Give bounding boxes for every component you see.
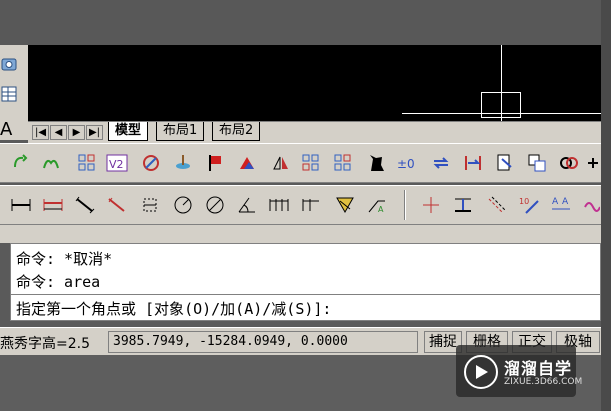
dim-diag-icon[interactable] (74, 194, 96, 216)
toolbar-separator (404, 190, 406, 220)
svg-text:A: A (552, 197, 559, 207)
layout-tab-bar: |◀ ◀ ▶ ▶| 模型 布局1 布局2 (28, 121, 601, 143)
command-prompt[interactable]: 指定第一个角点或 [对象(O)/加(A)/减(S)]: (16, 298, 331, 319)
text-scale-icon[interactable]: AA (550, 194, 572, 216)
dim-aligned-icon[interactable] (42, 194, 64, 216)
watermark-logo-icon (464, 355, 498, 389)
rotate-icon[interactable] (10, 152, 32, 174)
crosshair-pickbox (481, 92, 521, 118)
ten-label: 10 (519, 197, 529, 206)
v2-icon[interactable]: V2 (106, 152, 128, 174)
watermark: 溜溜自学 ZIXUE.3D66.COM (456, 345, 582, 397)
watermark-url: ZIXUE.3D66.COM (504, 377, 583, 387)
modify-toolbar: V2 ±0 (0, 143, 601, 183)
center-mark-icon[interactable] (420, 194, 442, 216)
tab-layout1[interactable]: 布局1 (156, 122, 205, 141)
dim-continue-icon[interactable] (300, 194, 322, 216)
oblique-icon[interactable] (486, 194, 508, 216)
command-divider (11, 294, 600, 295)
svg-text:A: A (562, 197, 569, 207)
grid-icon[interactable] (332, 152, 354, 174)
mirror-arc-icon[interactable] (40, 152, 62, 174)
right-edge (601, 0, 611, 411)
svg-text:A: A (378, 205, 384, 214)
wave-icon[interactable] (584, 194, 600, 216)
highlight-icon[interactable] (236, 152, 258, 174)
font-height-readout: 燕秀字高=2.5 (0, 336, 90, 352)
flag-icon[interactable] (204, 152, 226, 174)
zero-label: ±0 (397, 157, 415, 171)
toolbar-dock-gap (0, 225, 601, 243)
mirror-icon[interactable] (270, 152, 292, 174)
v2-label: V2 (109, 158, 124, 171)
swap-icon[interactable] (430, 152, 452, 174)
left-tool-strip: A (0, 45, 29, 140)
camera-icon[interactable] (0, 55, 18, 73)
dim-radius-icon[interactable] (172, 194, 194, 216)
page-icon[interactable] (494, 152, 516, 174)
dim-diameter-icon[interactable] (204, 194, 226, 216)
command-window[interactable]: 命令: *取消* 命令: area 指定第一个角点或 [对象(O)/加(A)/减… (10, 243, 601, 321)
layer-icon[interactable] (172, 152, 194, 174)
command-history-line: 命令: *取消* (16, 250, 113, 268)
screenshot-frame: A |◀ ◀ ▶ ▶| 模型 布局1 布局2 V2 ±0 A 10 A A 命令… (0, 0, 611, 411)
paint-icon[interactable] (140, 152, 162, 174)
coordinate-readout[interactable]: 3985.7949, -15284.0949, 0.0000 (108, 331, 418, 353)
watermark-name: 溜溜自学 (504, 359, 573, 378)
table-icon[interactable] (0, 85, 18, 103)
dim-angle-icon[interactable] (236, 194, 258, 216)
dim-rotated-icon[interactable] (106, 194, 128, 216)
text-number-icon[interactable]: 10 (518, 194, 540, 216)
top-background (0, 0, 611, 45)
copy-icon[interactable] (526, 152, 548, 174)
tab-nav-prev-button[interactable]: ◀ (50, 125, 67, 140)
tab-nav-next-button[interactable]: ▶ (68, 125, 85, 140)
tolerance-icon[interactable] (452, 194, 474, 216)
cat-icon[interactable] (366, 152, 388, 174)
dim-linear-icon[interactable] (10, 194, 32, 216)
more-icon[interactable] (586, 152, 600, 174)
tab-nav-first-button[interactable]: |◀ (32, 125, 49, 140)
dim-tolerance-icon[interactable] (334, 194, 356, 216)
link-icon[interactable] (558, 152, 580, 174)
dim-ordinate-icon[interactable] (140, 194, 162, 216)
command-history-line: 命令: area (16, 273, 101, 291)
dim-leader-icon[interactable]: A (366, 194, 388, 216)
grid-icon[interactable] (300, 152, 322, 174)
zero-icon[interactable]: ±0 (396, 152, 418, 174)
dim-baseline-icon[interactable] (268, 194, 290, 216)
tab-nav-last-button[interactable]: ▶| (86, 125, 103, 140)
tab-layout2[interactable]: 布局2 (212, 122, 261, 141)
tab-model[interactable]: 模型 (108, 122, 149, 141)
text-tool-label[interactable]: A (0, 119, 12, 140)
stretch-icon[interactable] (462, 152, 484, 174)
array-icon[interactable] (76, 152, 98, 174)
dimension-toolbar: A 10 AA (0, 185, 601, 225)
